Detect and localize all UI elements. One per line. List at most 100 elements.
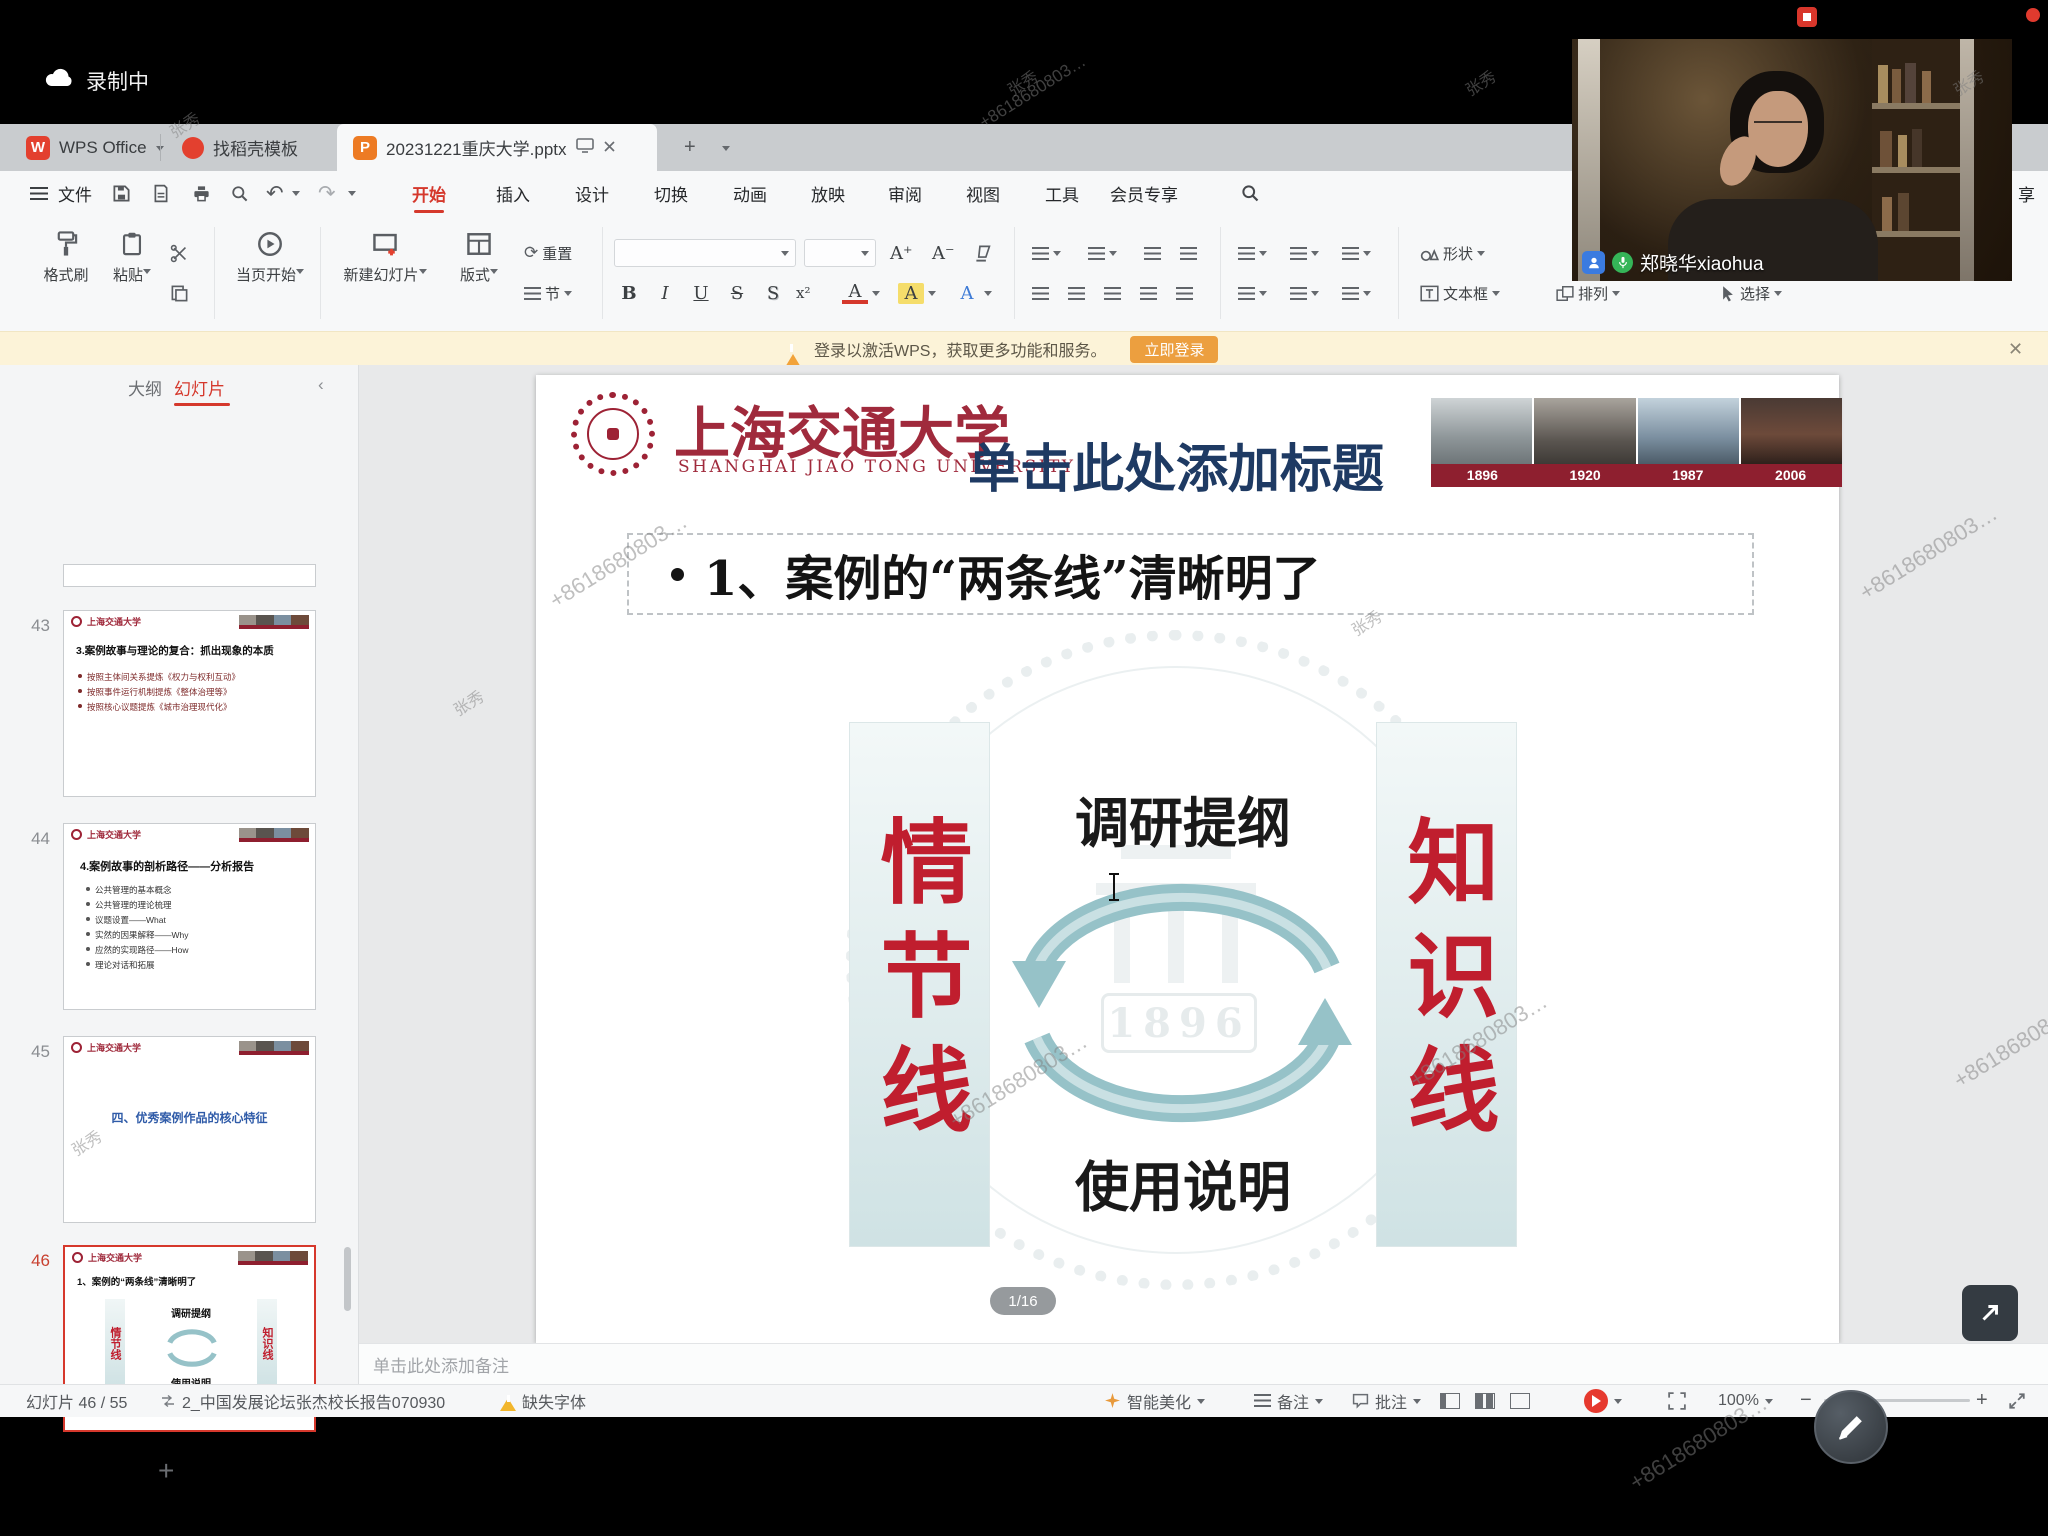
close-tab-icon[interactable] [603,138,616,158]
fit-slide-button[interactable] [1668,1384,1686,1417]
smart-beautify-button[interactable]: 智能美化 [1104,1384,1205,1417]
webcam-overlay[interactable]: 郑晓华xiaohua [1572,39,2012,281]
tab-outline[interactable]: 大纲 [128,375,162,400]
menu-tab-home[interactable]: 开始 [412,171,446,215]
tab-slides[interactable]: 幻灯片 [174,375,225,400]
slide-46[interactable]: 1896 上海交通大学 SHANGHAI JIAO TONG UNIVERSIT… [536,375,1839,1343]
decrease-indent-button[interactable] [1144,237,1161,269]
arrange-button[interactable]: 排列 [1556,277,1620,309]
paragraph-settings-button[interactable] [1342,277,1371,309]
mic-on-icon[interactable] [1612,252,1633,273]
slide-thumbnail-43[interactable]: 上海交通大学 3.案例故事与理论的复合：抓出现象的本质 按照主体间关系提炼《权力… [63,610,316,797]
reading-view-icon[interactable] [1510,1393,1530,1409]
menu-tab-view[interactable]: 视图 [966,171,1000,215]
slide-thumbnail-45[interactable]: 上海交通大学 四、优秀案例作品的核心特征 [63,1036,316,1223]
bullet-text[interactable]: 1、案例的“两条线”清晰明了 [704,539,1321,609]
font-size-combo[interactable] [804,239,876,267]
align-left-button[interactable] [1032,277,1049,309]
decrease-font-button[interactable]: A⁻ [932,237,955,269]
font-name-combo[interactable] [614,239,796,267]
menu-tab-review[interactable]: 审阅 [888,171,922,215]
slide-sorter-view-icon[interactable] [1475,1393,1495,1409]
undo-dropdown[interactable] [292,171,300,215]
align-center-button[interactable] [1068,277,1085,309]
diagram-top-label[interactable]: 调研提纲 [883,779,1483,858]
zoom-in-button[interactable]: + [1976,1384,1988,1417]
notes-placeholder[interactable]: 单击此处添加备注 [373,1352,509,1377]
menu-tab-design[interactable]: 设计 [575,171,609,215]
notes-bar[interactable]: 单击此处添加备注 [359,1343,2048,1385]
fullscreen-button[interactable] [2008,1384,2026,1417]
insert-shape-button[interactable]: 形状 [1420,237,1485,269]
increase-font-button[interactable]: A⁺ [890,237,913,269]
align-text-button[interactable] [1238,277,1267,309]
menu-tab-animation[interactable]: 动画 [733,171,767,215]
numbered-list-button[interactable] [1088,237,1117,269]
zoom-out-button[interactable]: − [1800,1384,1812,1417]
redo-dropdown[interactable] [348,171,356,215]
slide-thumbnail-44[interactable]: 上海交通大学 4.案例故事的剖析路径——分析报告 公共管理的基本概念 公共管理的… [63,823,316,1010]
strikethrough-button[interactable]: S [724,277,750,309]
tab-docer-templates[interactable]: 找稻壳模板 [166,124,314,171]
line-spacing-button[interactable] [1290,237,1319,269]
highlight-color-button[interactable]: A [898,277,936,309]
redo-button[interactable]: ↷ [318,171,336,215]
italic-button[interactable]: I [652,277,678,309]
add-slide-button[interactable]: + [158,1455,174,1487]
insert-textbox-button[interactable]: 文本框 [1420,277,1500,309]
zoom-level[interactable]: 100% [1718,1384,1773,1417]
comments-button[interactable]: 批注 [1352,1384,1421,1417]
diagram-bottom-label[interactable]: 使用说明 [883,1143,1483,1222]
cut-button[interactable] [170,237,189,269]
text-effects-button[interactable]: A [954,277,992,309]
export-pdf-icon[interactable] [152,171,170,215]
tab-wps-home[interactable]: W WPS Office [10,124,180,171]
align-right-button[interactable] [1104,277,1121,309]
columns-button[interactable] [1342,237,1371,269]
superscript-button[interactable]: x² [796,277,810,309]
menu-tab-tools[interactable]: 工具 [1045,171,1079,215]
font-color-button[interactable]: A [842,277,880,309]
slide-thumbnail-42-partial[interactable] [63,564,316,587]
distribute-button[interactable] [1176,277,1193,309]
editing-canvas[interactable]: 1896 上海交通大学 SHANGHAI JIAO TONG UNIVERSIT… [359,365,2048,1343]
notes-toggle-button[interactable]: 备注 [1254,1384,1323,1417]
menu-file[interactable]: 文件 [58,171,92,215]
slide-title-placeholder[interactable]: 单击此处添加标题 [968,427,1384,502]
doc-note-group[interactable]: 2_中国发展论坛张杰校长报告070930 [160,1384,445,1417]
menu-tab-insert[interactable]: 插入 [496,171,530,215]
tab-current-file[interactable]: P 20231221重庆大学.pptx [337,124,657,171]
format-painter-button[interactable]: 格式刷 [34,231,98,285]
bold-button[interactable]: B [616,277,642,309]
text-direction-button[interactable] [1238,237,1267,269]
banner-close-icon[interactable]: ✕ [2008,339,2023,360]
play-from-current-button[interactable]: 当页开始 [224,231,316,285]
clear-format-button[interactable] [974,237,993,269]
convert-smartart-button[interactable] [1290,277,1319,309]
menu-tab-transition[interactable]: 切换 [654,171,688,215]
menu-tab-slideshow[interactable]: 放映 [811,171,845,215]
search-icon[interactable] [1240,171,1260,215]
play-slideshow-button[interactable] [1584,1384,1622,1417]
missing-font-warning[interactable]: 缺失字体 [500,1384,586,1417]
screen-share-button[interactable] [1962,1285,2018,1341]
new-slide-button[interactable]: 新建幻灯片 [332,231,438,285]
bullet-textbox[interactable]: 1、案例的“两条线”清晰明了 [627,533,1754,615]
recording-stop-button[interactable] [1797,7,1817,27]
login-now-button[interactable]: 立即登录 [1130,336,1218,363]
section-button[interactable]: 节 [524,277,572,309]
shadow-button[interactable]: S [760,277,786,309]
slide-layout-button[interactable]: 版式 [446,231,512,285]
copy-button[interactable] [170,277,189,309]
menu-tab-member[interactable]: 会员专享 [1110,171,1178,215]
bullet-list-button[interactable] [1032,237,1061,269]
print-icon[interactable] [192,171,211,215]
print-preview-icon[interactable] [230,171,249,215]
select-button[interactable]: 选择 [1720,277,1782,309]
panel-scrollbar[interactable] [344,1247,351,1311]
save-icon[interactable] [112,171,131,215]
tab-list-dropdown[interactable] [706,124,746,171]
paste-button[interactable]: 粘贴 [104,231,160,285]
present-monitor-icon[interactable] [576,137,594,158]
normal-view-icon[interactable] [1440,1393,1460,1409]
